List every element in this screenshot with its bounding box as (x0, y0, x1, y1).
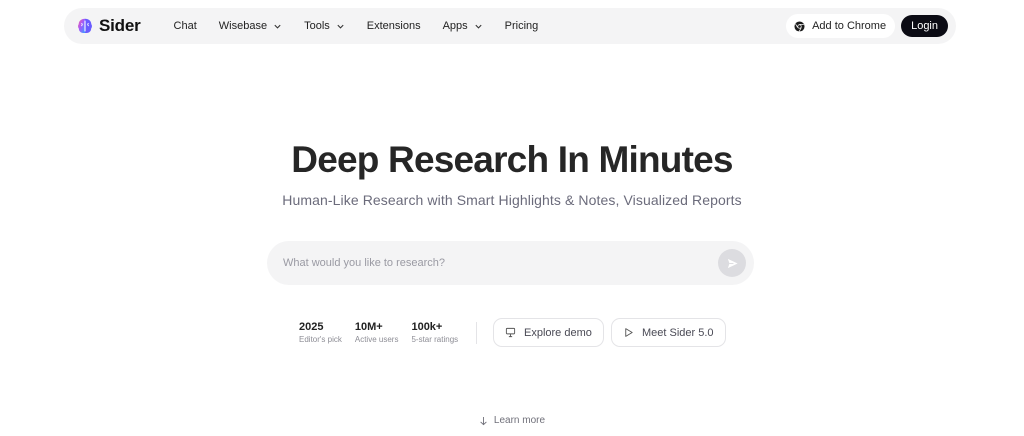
arrow-down-icon (480, 416, 487, 425)
stats-row: 2025 Editor's pick 10M+ Active users 100… (299, 320, 458, 346)
add-to-chrome-button[interactable]: Add to Chrome (786, 14, 896, 38)
nav-item-label: Wisebase (218, 20, 268, 32)
stat-ratings: 100k+ 5-star ratings (411, 320, 458, 346)
nav-item-chat[interactable]: Chat (163, 8, 208, 44)
stats-divider (476, 322, 477, 344)
nav-item-extensions[interactable]: Extensions (356, 8, 432, 44)
chevron-down-icon (337, 24, 344, 29)
explore-demo-button[interactable]: Explore demo (493, 318, 604, 347)
stat-value: 2025 (299, 321, 324, 333)
hero-subtitle: Human-Like Research with Smart Highlight… (282, 192, 742, 208)
presentation-icon (505, 327, 516, 338)
send-button[interactable] (718, 249, 746, 277)
nav-item-label: Tools (304, 20, 330, 32)
research-input[interactable] (283, 253, 703, 273)
hero-title: Deep Research In Minutes (291, 139, 733, 180)
learn-more-label: Learn more (493, 415, 546, 426)
stat-label: Editor's pick (299, 335, 342, 344)
nav-item-pricing[interactable]: Pricing (494, 8, 550, 44)
stat-label: 5-star ratings (411, 335, 459, 344)
login-button[interactable]: Login (901, 15, 948, 37)
stat-value: 10M+ (354, 321, 383, 333)
stat-editors-pick: 2025 Editor's pick (299, 320, 342, 346)
nav-item-label: Pricing (504, 20, 539, 32)
stat-label: Active users (354, 335, 399, 344)
nav-item-label: Chat (173, 20, 197, 32)
learn-more-link[interactable]: Learn more (0, 415, 1024, 426)
chevron-down-icon (475, 24, 482, 29)
add-to-chrome-label: Add to Chrome (812, 20, 887, 32)
brain-logo-icon (78, 18, 92, 34)
stat-active-users: 10M+ Active users (355, 320, 399, 346)
brand-name: Sider (99, 16, 141, 35)
explore-demo-label: Explore demo (524, 326, 592, 339)
nav-links: Chat Wisebase Tools Extensions Apps Pric… (163, 8, 550, 44)
top-navbar: Sider Chat Wisebase Tools Extensions App… (64, 8, 956, 44)
meet-sider-label: Meet Sider 5.0 (642, 326, 714, 339)
nav-item-label: Extensions (366, 20, 421, 32)
nav-item-wisebase[interactable]: Wisebase (208, 8, 293, 44)
nav-item-label: Apps (442, 20, 468, 32)
chevron-down-icon (274, 24, 281, 29)
login-label: Login (911, 20, 938, 32)
brand-logo[interactable]: Sider (76, 16, 141, 36)
nav-actions: Add to Chrome Login (786, 14, 948, 38)
stat-value: 100k+ (411, 321, 443, 333)
chrome-icon (794, 20, 805, 32)
send-arrow-icon (727, 258, 738, 268)
play-icon (625, 328, 633, 337)
nav-item-tools[interactable]: Tools (293, 8, 356, 44)
meet-sider-button[interactable]: Meet Sider 5.0 (611, 318, 726, 347)
research-search-box (267, 241, 754, 285)
nav-item-apps[interactable]: Apps (432, 8, 494, 44)
